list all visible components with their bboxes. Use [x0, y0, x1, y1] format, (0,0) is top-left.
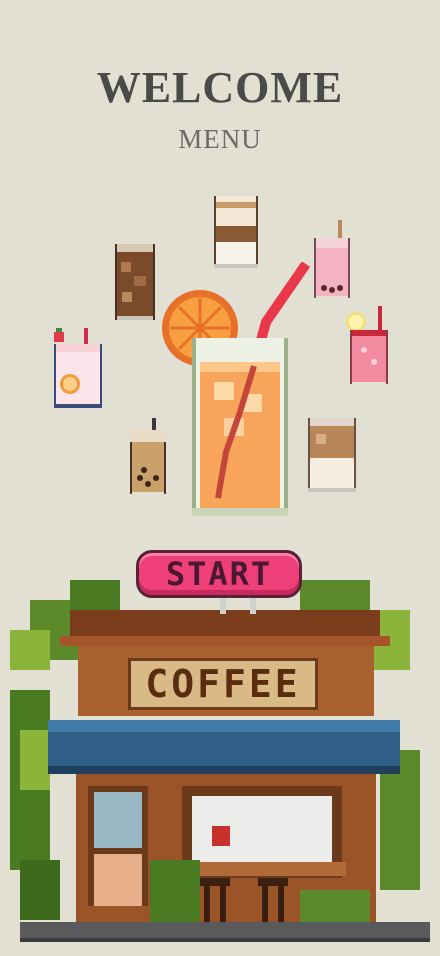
- menu-subtitle: MENU: [178, 124, 262, 154]
- orange-juice-icon[interactable]: [156, 262, 316, 520]
- iced-latte-icon[interactable]: [304, 414, 360, 496]
- sign-post-left: [220, 598, 226, 614]
- strawberry-milk-icon[interactable]: [50, 326, 106, 410]
- start-button[interactable]: START: [136, 550, 302, 598]
- iced-coffee-icon[interactable]: [112, 240, 158, 324]
- welcome-title: WELCOME: [96, 63, 344, 112]
- sign-post-right: [250, 598, 256, 614]
- pink-lemonade-icon[interactable]: [344, 306, 392, 388]
- coffee-shop-building: [10, 580, 430, 942]
- bubble-milk-tea-icon[interactable]: [124, 418, 172, 498]
- coffee-sign: COFFEE: [128, 658, 318, 710]
